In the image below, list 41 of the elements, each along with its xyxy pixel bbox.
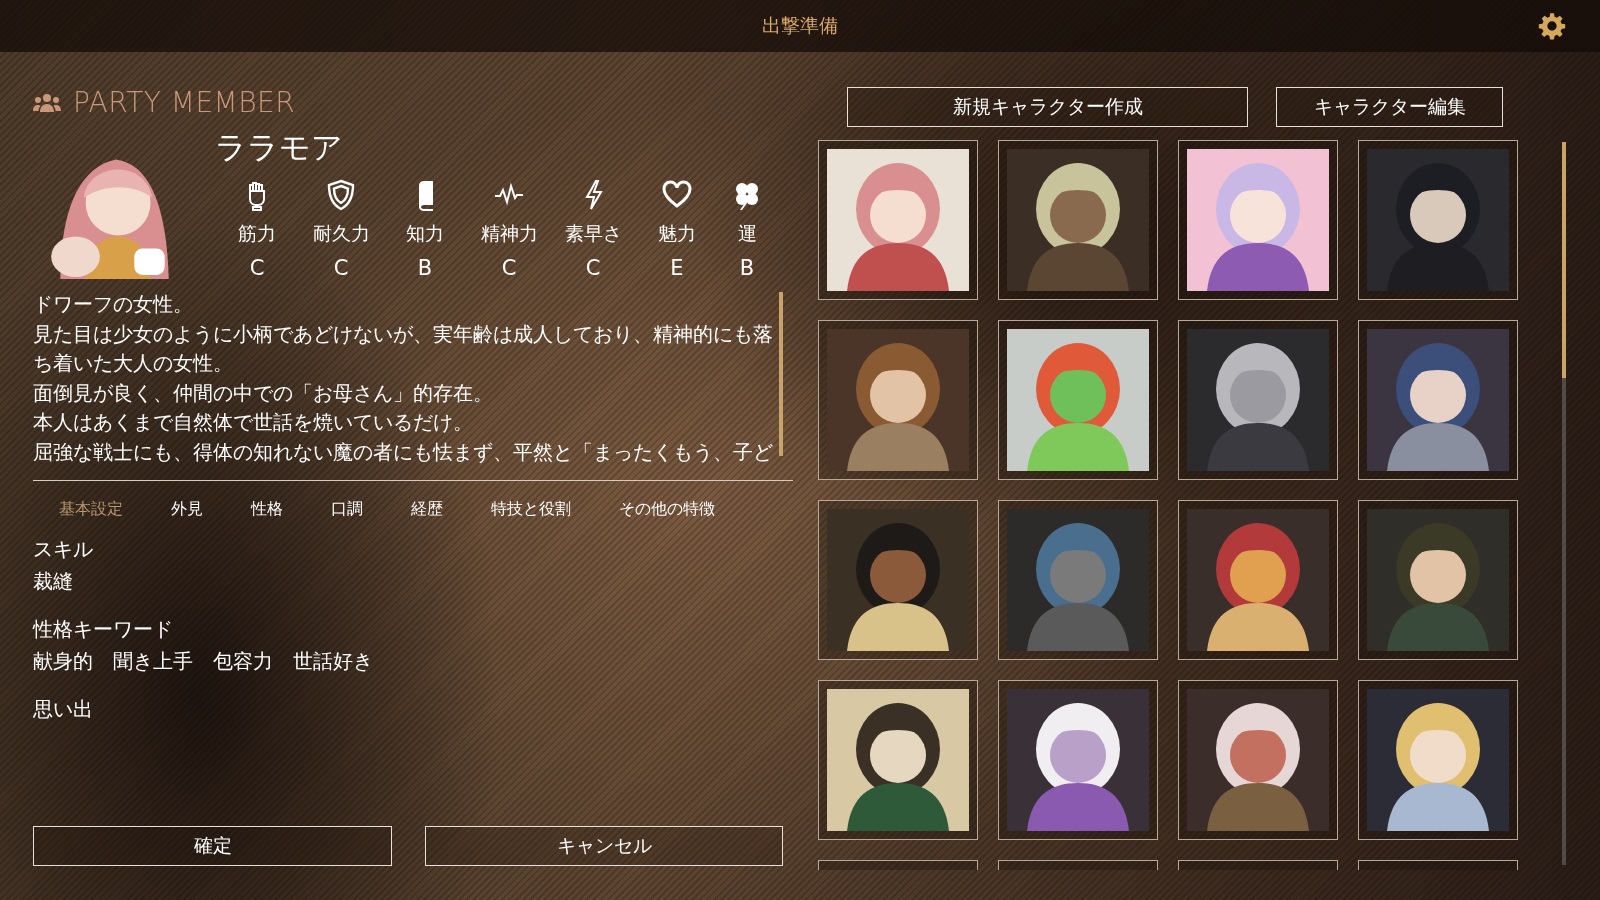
stat-grade: C — [333, 256, 349, 280]
field-value: 世話好き — [293, 648, 373, 675]
tab[interactable]: 口調 — [331, 495, 363, 524]
stat-label: 素早さ — [564, 221, 622, 246]
edit-button[interactable]: キャラクター編集 — [1276, 87, 1503, 127]
stat-label: 知力 — [406, 221, 444, 246]
tab[interactable]: 基本設定 — [59, 495, 123, 524]
character-name: ララモア — [215, 129, 344, 165]
stat-grade: B — [739, 256, 755, 280]
stat-label: 筋力 — [238, 221, 276, 246]
stat-grade: C — [501, 256, 517, 280]
stat-grade: B — [417, 256, 433, 280]
tab[interactable]: 外見 — [171, 495, 203, 524]
stat-label: 運 — [737, 221, 757, 246]
stat-label: 耐久力 — [312, 221, 370, 246]
stat-label: 魅力 — [658, 221, 696, 246]
stat-label: 精神力 — [480, 221, 538, 246]
confirm-button[interactable]: 確定 — [33, 826, 392, 866]
description-text: 本人はあくまで自然体で世話を焼いているだけ。 — [33, 410, 474, 437]
stat-grade: C — [249, 256, 265, 280]
screen-title: 出撃準備 — [762, 13, 838, 38]
tab[interactable]: 経歴 — [411, 495, 443, 524]
stat-grade: C — [585, 256, 601, 280]
section-heading: PARTY MEMBER — [73, 86, 296, 119]
description-text: 面倒見が良く、仲間の中での「お母さん」的存在。 — [33, 380, 494, 407]
tab[interactable]: 特技と役割 — [491, 495, 571, 524]
description-text: 見た目は少女のように小柄であどけないが、実年齢は成人しており、精神的にも落ち着いた大人の女性。 — [33, 321, 774, 378]
description-text: ドワーフの女性。 — [33, 292, 194, 318]
field-value: 聞き上手 — [113, 648, 193, 675]
field-value: 包容力 — [213, 648, 273, 675]
field-label: スキル — [33, 536, 94, 563]
create-button[interactable]: 新規キャラクター作成 — [847, 87, 1248, 127]
field-label: 思い出 — [33, 696, 94, 723]
field-value: 裁縫 — [33, 568, 73, 595]
tab[interactable]: その他の特徴 — [619, 495, 715, 524]
field-label: 性格キーワード — [33, 616, 174, 643]
description-text: 屈強な戦士にも、得体の知れない魔の者にも怯まず、平然と「まったくもう、子ど — [33, 439, 774, 466]
cancel-button[interactable]: キャンセル — [425, 826, 783, 866]
stat-grade: E — [670, 256, 684, 280]
tab[interactable]: 性格 — [251, 495, 283, 524]
field-value: 献身的 — [33, 648, 93, 675]
